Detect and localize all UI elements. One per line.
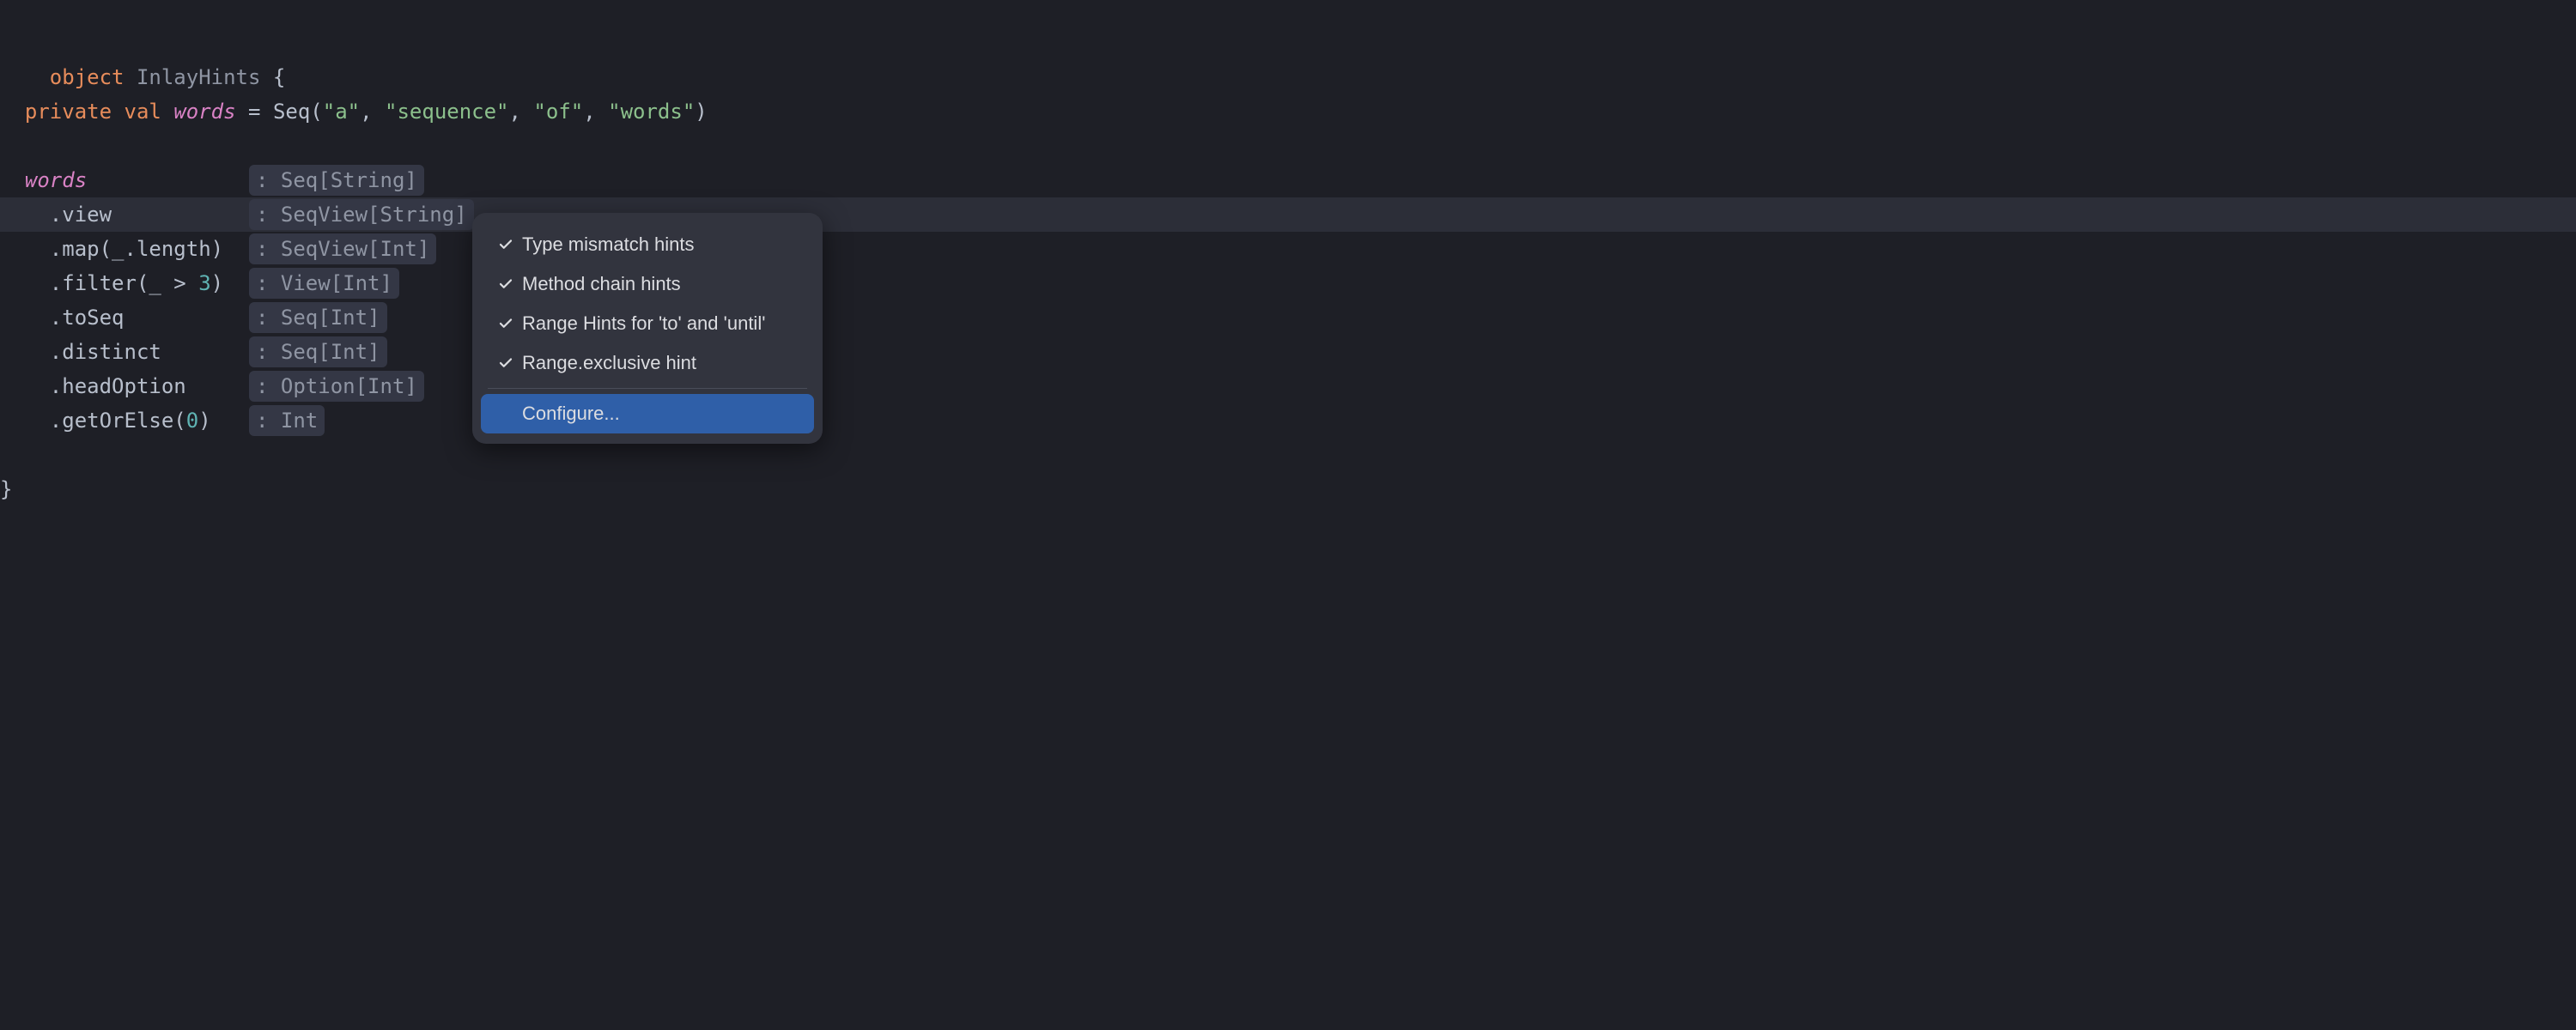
inlay-hint[interactable]: : Seq[Int] (249, 302, 387, 333)
check-icon (495, 237, 517, 252)
paren-open: ( (310, 100, 322, 124)
inlay-hint[interactable]: : Int (249, 405, 325, 436)
code-line-blank (0, 60, 2576, 94)
inlay-hint[interactable]: : Option[Int] (249, 371, 424, 402)
code-line: object InlayHints { (0, 26, 2576, 60)
string-literal: "of" (533, 100, 583, 124)
code-line: .headOption : Option[Int] (0, 369, 2576, 403)
check-icon (495, 276, 517, 292)
inlay-hint[interactable]: : View[Int] (249, 268, 399, 299)
paren-close: ) (211, 271, 223, 295)
menu-item-type-mismatch-hints[interactable]: Type mismatch hints (481, 225, 814, 264)
code-line: .filter(_ > 3) : View[Int] (0, 266, 2576, 300)
inlay-hint[interactable]: : SeqView[Int] (249, 233, 436, 264)
code-editor[interactable]: object InlayHints { private val words = … (0, 0, 2576, 506)
paren-close: ) (695, 100, 707, 124)
identifier-words: words (25, 168, 87, 192)
number-literal: 3 (198, 271, 210, 295)
menu-item-range-hints[interactable]: Range Hints for 'to' and 'until' (481, 304, 814, 343)
paren-close: ) (198, 409, 210, 433)
code-line: private val words = Seq("a", "sequence",… (0, 94, 2576, 129)
menu-item-label: Type mismatch hints (522, 233, 800, 256)
brace-close: } (0, 477, 12, 501)
menu-item-label: Method chain hints (522, 273, 800, 295)
method-filter: .filter(_ > (50, 271, 198, 295)
code-line: .map(_.length) : SeqView[Int] (0, 232, 2576, 266)
menu-item-label: Configure... (522, 403, 800, 425)
identifier-words: words (173, 100, 235, 124)
code-line: words : Seq[String] (0, 163, 2576, 197)
menu-item-label: Range Hints for 'to' and 'until' (522, 312, 800, 335)
comma: , (583, 100, 595, 124)
code-line-blank (0, 129, 2576, 163)
check-icon (495, 355, 517, 371)
code-line: .getOrElse(0) : Int (0, 403, 2576, 438)
code-line-current: .view : SeqView[String] (0, 197, 2576, 232)
keyword-private: private (25, 100, 112, 124)
code-line: .distinct : Seq[Int] (0, 335, 2576, 369)
equals: = (248, 100, 260, 124)
inlay-hint[interactable]: : SeqView[String] (249, 199, 474, 230)
menu-separator (488, 388, 807, 389)
method-distinct: .distinct (50, 340, 161, 364)
hints-context-menu[interactable]: Type mismatch hints Method chain hints R… (472, 213, 823, 444)
menu-item-configure[interactable]: Configure... (481, 394, 814, 433)
number-literal: 0 (186, 409, 198, 433)
method-toseq: .toSeq (50, 306, 125, 330)
method-map: .map(_.length) (50, 237, 223, 261)
call-seq: Seq (273, 100, 310, 124)
code-line: .toSeq : Seq[Int] (0, 300, 2576, 335)
menu-item-method-chain-hints[interactable]: Method chain hints (481, 264, 814, 304)
menu-item-label: Range.exclusive hint (522, 352, 800, 374)
inlay-hint[interactable]: : Seq[String] (249, 165, 424, 196)
string-literal: "words" (608, 100, 695, 124)
string-literal: "sequence" (385, 100, 509, 124)
code-line-blank (0, 438, 2576, 472)
method-headoption: .headOption (50, 374, 186, 398)
method-getorelse: .getOrElse( (50, 409, 186, 433)
inlay-hint[interactable]: : Seq[Int] (249, 336, 387, 367)
method-view: .view (50, 203, 112, 227)
string-literal: "a" (323, 100, 360, 124)
keyword-val: val (125, 100, 161, 124)
code-line: } (0, 472, 2576, 506)
menu-item-range-exclusive-hint[interactable]: Range.exclusive hint (481, 343, 814, 383)
check-icon (495, 316, 517, 331)
comma: , (360, 100, 372, 124)
comma: , (509, 100, 521, 124)
